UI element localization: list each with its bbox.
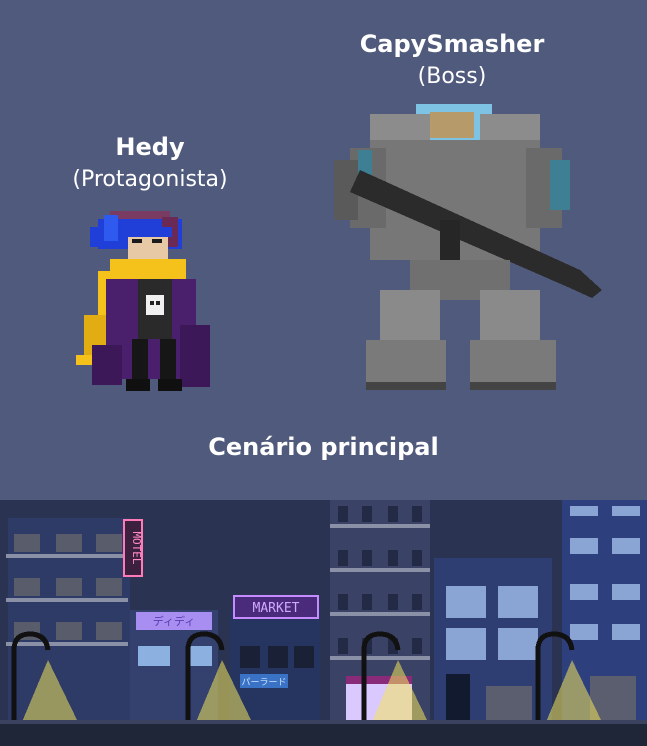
hero-sprite bbox=[76, 211, 210, 391]
market-sign: MARKET bbox=[253, 601, 300, 616]
boss-label: CapySmasher (Boss) bbox=[342, 30, 562, 89]
hero-role: (Protagonista) bbox=[72, 167, 228, 192]
hotel-sign: パーラード bbox=[241, 677, 286, 688]
scene-title: Cenário principal bbox=[208, 433, 439, 461]
shop-sign: ディディ bbox=[153, 614, 195, 628]
hero-label: Hedy (Protagonista) bbox=[40, 133, 260, 192]
boss-name: CapySmasher bbox=[359, 30, 545, 58]
boss-role: (Boss) bbox=[417, 64, 487, 89]
city-scene: MOTEL ディディ MARKET パーラード bbox=[0, 500, 647, 746]
hero-name: Hedy bbox=[115, 133, 185, 161]
boss-sprite bbox=[334, 104, 602, 390]
motel-sign: MOTEL bbox=[130, 531, 143, 564]
